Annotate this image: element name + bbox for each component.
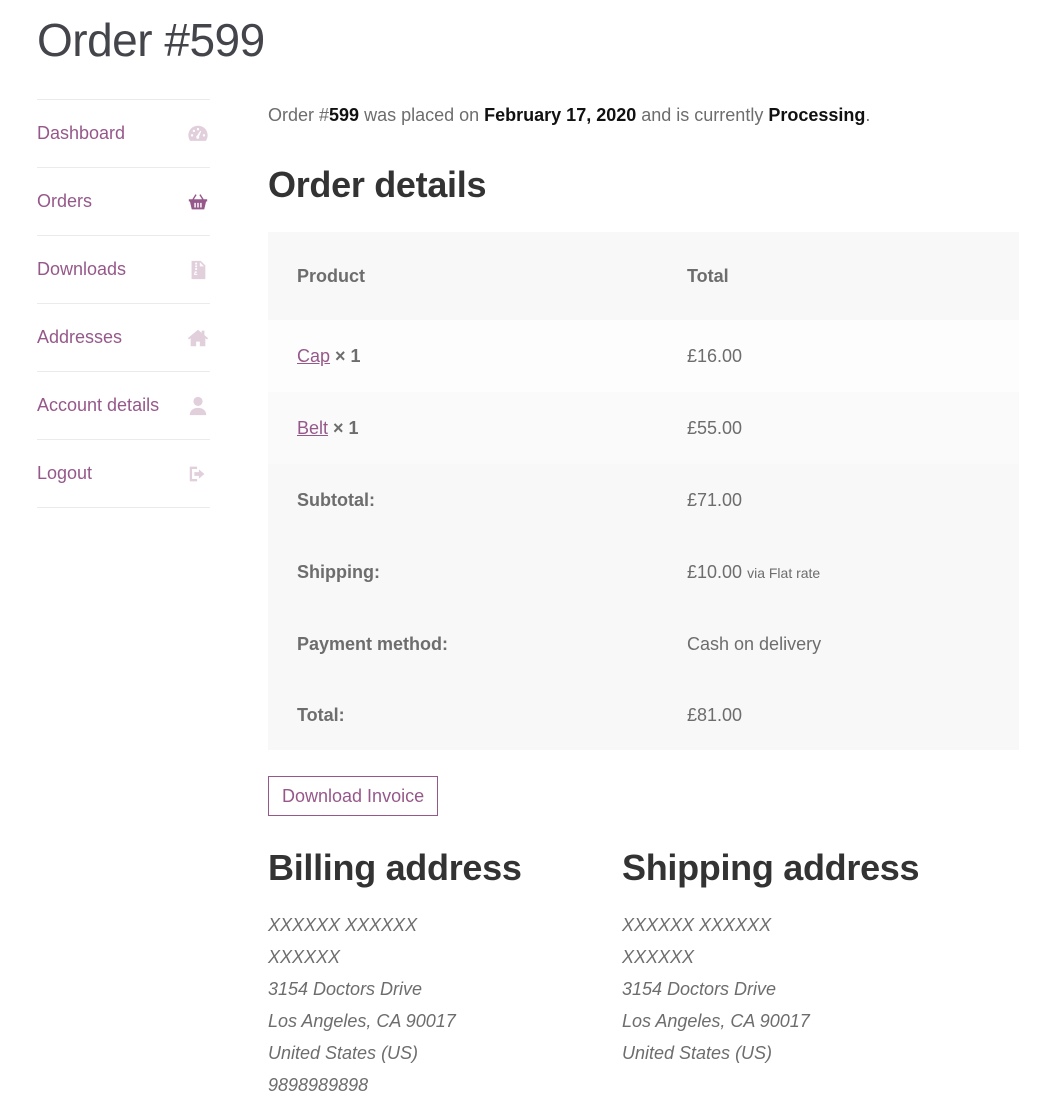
billing-address-section: Billing address XXXXXX XXXXXX XXXXXX 315… — [268, 845, 522, 1107]
billing-country: United States (US) — [268, 1043, 419, 1063]
product-link-belt[interactable]: Belt — [297, 418, 328, 438]
column-header-product: Product — [268, 232, 658, 320]
column-header-total: Total — [658, 232, 1019, 320]
billing-street: 3154 Doctors Drive — [268, 979, 423, 999]
nav-item-label: Downloads — [37, 259, 127, 279]
billing-phone: 9898989898 — [268, 1075, 369, 1095]
order-main: Order #599 was placed on February 17, 20… — [268, 100, 1019, 816]
product-cell: Belt × 1 — [268, 392, 658, 464]
payment-method-label: Payment method: — [268, 608, 658, 680]
order-details-title: Order details — [268, 164, 487, 205]
product-cell: Cap × 1 — [268, 320, 658, 392]
subtotal-value: £71.00 — [658, 464, 1019, 536]
file-archive-icon — [186, 258, 210, 282]
nav-item-label: Dashboard — [37, 123, 126, 143]
shipping-method: via Flat rate — [747, 564, 821, 581]
billing-city: Los Angeles, CA 90017 — [268, 1011, 456, 1031]
download-invoice-button[interactable]: Download Invoice — [268, 776, 439, 816]
order-total-value: £81.00 — [658, 680, 1019, 750]
order-total-row: Total: £81.00 — [268, 680, 1019, 750]
user-icon — [186, 394, 210, 418]
home-icon — [186, 326, 210, 350]
billing-name: XXXXXX XXXXXX — [268, 915, 418, 935]
order-date: February 17, 2020 — [484, 105, 637, 125]
shipping-address: XXXXXX XXXXXX XXXXXX 3154 Doctors Drive … — [622, 915, 919, 1075]
shipping-value: £10.00 — [687, 561, 743, 582]
product-link-cap[interactable]: Cap — [297, 346, 330, 366]
account-navigation: Dashboard Orders Downloads Addresses Acc… — [37, 99, 210, 508]
shipping-cell: £10.00 via Flat rate — [658, 536, 1019, 608]
subtotal-row: Subtotal: £71.00 — [268, 464, 1019, 536]
order-number: 599 — [329, 105, 360, 125]
shipping-label: Shipping: — [268, 536, 658, 608]
billing-address-title: Billing address — [268, 847, 522, 888]
shopping-basket-icon — [186, 190, 210, 214]
nav-item-logout[interactable]: Logout — [37, 440, 210, 508]
notice-status-text: and is currently — [636, 105, 769, 125]
shipping-company: XXXXXX — [622, 947, 695, 967]
dashboard-gauge-icon — [186, 122, 210, 146]
table-row: Belt × 1 £55.00 — [268, 392, 1019, 464]
page-title: Order #599 — [37, 14, 265, 66]
payment-method-value: Cash on delivery — [658, 608, 1019, 680]
sign-out-icon — [186, 462, 210, 486]
nav-item-label: Account details — [37, 395, 160, 415]
customer-addresses: Billing address XXXXXX XXXXXX XXXXXX 315… — [268, 845, 1019, 1113]
nav-item-orders[interactable]: Orders — [37, 168, 210, 236]
order-status-notice: Order #599 was placed on February 17, 20… — [268, 100, 1019, 130]
notice-prefix: Order # — [268, 105, 330, 125]
line-total: £55.00 — [658, 392, 1019, 464]
order-status: Processing — [768, 105, 866, 125]
notice-placed-text: was placed on — [359, 105, 485, 125]
billing-address: XXXXXX XXXXXX XXXXXX 3154 Doctors Drive … — [268, 915, 522, 1107]
table-header-row: Product Total — [268, 232, 1019, 320]
line-total: £16.00 — [658, 320, 1019, 392]
payment-method-row: Payment method: Cash on delivery — [268, 608, 1019, 680]
order-total-label: Total: — [268, 680, 658, 750]
notice-suffix: . — [865, 105, 871, 125]
shipping-address-title: Shipping address — [622, 847, 920, 888]
nav-item-label: Addresses — [37, 327, 123, 347]
subtotal-label: Subtotal: — [268, 464, 658, 536]
shipping-address-section: Shipping address XXXXXX XXXXXX XXXXXX 31… — [622, 845, 920, 1075]
shipping-row: Shipping: £10.00 via Flat rate — [268, 536, 1019, 608]
nav-item-dashboard[interactable]: Dashboard — [37, 100, 210, 168]
nav-item-addresses[interactable]: Addresses — [37, 304, 210, 372]
nav-item-label: Logout — [37, 463, 93, 483]
nav-item-label: Orders — [37, 191, 93, 211]
shipping-city: Los Angeles, CA 90017 — [622, 1011, 810, 1031]
nav-item-downloads[interactable]: Downloads — [37, 236, 210, 304]
nav-item-account-details[interactable]: Account details — [37, 372, 210, 440]
shipping-name: XXXXXX XXXXXX — [622, 915, 772, 935]
shipping-country: United States (US) — [622, 1043, 773, 1063]
table-row: Cap × 1 £16.00 — [268, 320, 1019, 392]
order-details-table: Product Total Cap × 1 £16.00 Belt × 1 £5… — [268, 232, 1019, 750]
billing-company: XXXXXX — [268, 947, 341, 967]
product-quantity: × 1 — [335, 345, 361, 366]
product-quantity: × 1 — [333, 417, 359, 438]
shipping-street: 3154 Doctors Drive — [622, 979, 777, 999]
